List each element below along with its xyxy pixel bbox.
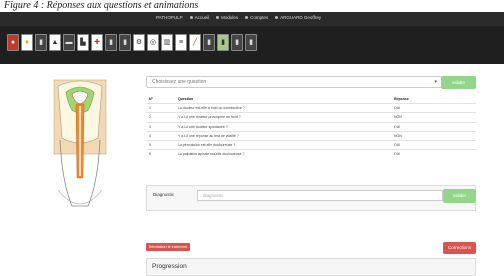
nav-item-label: ARGUARD Geoffrey [280, 15, 322, 20]
figure-caption: Figure 4 : Réponses aux questions et ani… [4, 0, 199, 11]
nav-brand-label: PATHOPULP [156, 15, 183, 20]
row-answer: OUI [394, 142, 401, 147]
progression-title: Progression [152, 263, 187, 270]
cone-tool-icon[interactable]: ≡ [175, 34, 187, 51]
row-number: 3 [149, 124, 151, 129]
gauge-tool-icon[interactable]: ⚙ [133, 34, 145, 51]
tooth-illustration [53, 79, 107, 207]
filling-tool-icon[interactable]: ▮ [119, 34, 131, 51]
row-question: Y a-t-il une réponse au test de vitalité… [178, 133, 239, 138]
reset-treatment-button[interactable]: Réinitialiser le traitement [146, 243, 190, 251]
row-question: Y a-t-il une douleur spontanée ? [178, 124, 228, 129]
top-navbar: PATHOPULP Accueil Modules Comptes ARGUAR… [0, 12, 504, 26]
header-answer: Réponse [394, 97, 409, 101]
row-question: La palpation apicale est-elle douloureus… [178, 152, 245, 157]
header-number: N° [149, 97, 153, 101]
nav-item-modules[interactable]: Modules [216, 15, 238, 20]
row-number: 1 [149, 106, 151, 111]
row-question: Y a-t-il une douleur provoquée au froid … [178, 115, 241, 120]
progression-panel: Progression [146, 258, 476, 276]
opening-tool-icon[interactable]: ● [7, 34, 19, 51]
row-number: 5 [149, 142, 151, 147]
broach-tool-icon[interactable]: ▲ [49, 34, 61, 51]
file-tool-icon[interactable]: ▮ [35, 34, 47, 51]
validate-question-button[interactable]: valider [441, 76, 476, 89]
question-select-value: Choisissez une question [152, 79, 207, 85]
nav-item-accounts[interactable]: Comptes [245, 15, 268, 20]
nav-brand[interactable]: PATHOPULP [156, 15, 183, 20]
diagnosis-placeholder: diagnostic [203, 193, 224, 198]
nav-item-home[interactable]: Accueil [189, 15, 210, 20]
chevron-down-icon: ▾ [434, 79, 437, 85]
home-icon [189, 16, 193, 19]
sealer-tool-icon[interactable]: ▮ [231, 34, 243, 51]
modules-icon [216, 16, 220, 19]
questions-table: N° Question Réponse 1 La douleur est-ell… [146, 95, 476, 158]
measure-tool-icon[interactable]: ◎ [147, 34, 159, 51]
row-number: 6 [149, 152, 151, 157]
irrigation-tool-icon[interactable]: ▙ [77, 34, 89, 51]
table-header: N° Question Réponse [146, 95, 476, 103]
syringe-tool-icon[interactable]: ▬ [63, 34, 75, 51]
row-number: 2 [149, 115, 151, 120]
condenser-tool-icon[interactable]: ▮ [217, 34, 229, 51]
table-row: 1 La douleur est-elle à froid ou consécu… [146, 103, 476, 112]
nav-item-label: Modules [221, 15, 239, 20]
corrections-button[interactable]: Corrections [443, 242, 476, 254]
table-row: 3 Y a-t-il une douleur spontanée ? OUI [146, 121, 476, 131]
row-answer: OUI [394, 124, 401, 129]
user-icon [275, 16, 279, 19]
row-question: La percussion est-elle douloureuse ? [178, 142, 236, 147]
nav-item-label: Comptes [250, 15, 269, 20]
table-row: 5 La percussion est-elle douloureuse ? O… [146, 139, 476, 149]
row-answer: NON [394, 133, 402, 138]
instrument-toolbar: ● ♦ ▮ ▲ ▬ ▙ ✚ ▮ ▮ ⚙ ◎ ▥ ≡ ╱ ▮ ▮ ▮ ▮ [0, 26, 504, 64]
table-row: 6 La palpation apicale est-elle douloure… [146, 149, 476, 158]
drill-tool-icon[interactable]: ▥ [161, 34, 173, 51]
row-answer: OUI [394, 152, 401, 157]
table-row: 4 Y a-t-il une réponse au test de vitali… [146, 130, 476, 140]
diagnosis-input[interactable]: diagnostic [197, 190, 443, 201]
diagnosis-panel: Diagnostic diagnostic [146, 185, 476, 211]
diagnosis-label: Diagnostic [153, 192, 175, 197]
xray-tool-icon[interactable]: ▮ [245, 34, 257, 51]
shaping-tool-icon[interactable]: ✚ [91, 34, 103, 51]
nav-item-user[interactable]: ARGUARD Geoffrey [275, 15, 321, 20]
validate-diagnosis-button[interactable]: valider [443, 189, 476, 203]
paper-point-tool-icon[interactable]: ╱ [189, 34, 201, 51]
row-number: 4 [149, 133, 151, 138]
row-answer: NON [394, 115, 402, 120]
lentulo-tool-icon[interactable]: ▮ [203, 34, 215, 51]
header-question: Question [178, 97, 194, 101]
row-answer: OUI [394, 106, 401, 111]
nav-item-label: Accueil [194, 15, 210, 20]
question-select[interactable]: Choisissez une question ▾ [146, 76, 442, 88]
accounts-icon [245, 16, 249, 19]
row-question: La douleur est-elle à froid ou consécuti… [178, 106, 245, 111]
probe-tool-icon[interactable]: ♦ [21, 34, 33, 51]
table-row: 2 Y a-t-il une douleur provoquée au froi… [146, 112, 476, 121]
rotary-tool-icon[interactable]: ▮ [105, 34, 117, 51]
